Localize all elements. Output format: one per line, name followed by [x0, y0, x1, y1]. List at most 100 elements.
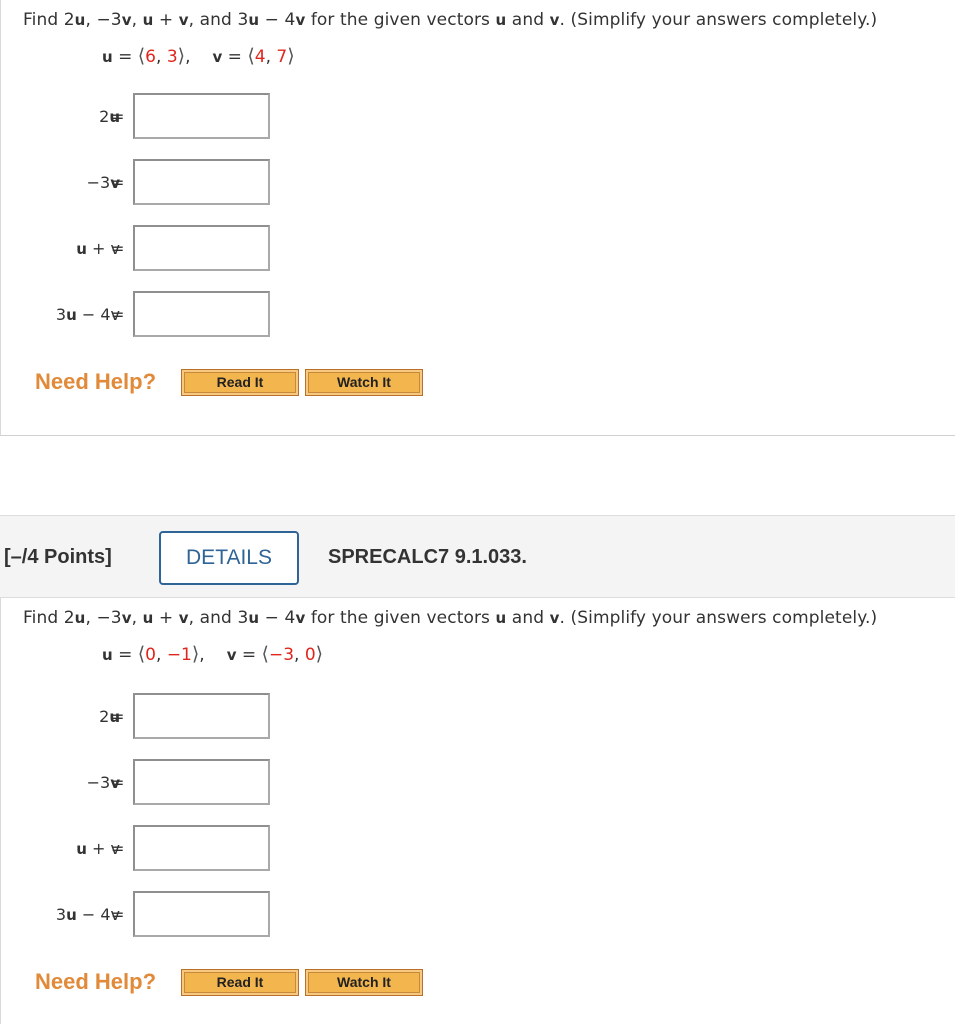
- vector-u-symbol: u: [248, 11, 260, 29]
- equals-sign: =: [111, 773, 125, 792]
- prompt-text: Find 2: [23, 608, 75, 628]
- comma: ,: [156, 645, 167, 665]
- question-1-prompt: Find 2u, −3v, u + v, and 3u − 4v for the…: [23, 10, 877, 30]
- comma: ,: [185, 47, 191, 67]
- u-component-2: 3: [166, 47, 178, 67]
- equals-sign: =: [118, 47, 133, 67]
- vector-u-name: u: [102, 646, 113, 664]
- given-vectors: u = ⟨6, 3⟩, v = ⟨4, 7⟩: [102, 45, 295, 67]
- prompt-text: . (Simplify your answers completely.): [559, 608, 878, 628]
- vector-v-symbol: v: [178, 11, 189, 29]
- prompt-text: for the given vectors: [305, 608, 496, 628]
- answer-input-u-plus-v[interactable]: [133, 825, 270, 871]
- answer-input-neg3v[interactable]: [133, 759, 270, 805]
- comma: ,: [294, 645, 305, 665]
- equals-sign: =: [111, 173, 125, 192]
- points-label: [–/4 Points]: [4, 546, 112, 568]
- equals-sign: =: [111, 239, 125, 258]
- v-component-2: 0: [304, 645, 316, 665]
- details-button[interactable]: DETAILS: [159, 531, 299, 585]
- prompt-text: for the given vectors: [305, 10, 496, 30]
- prompt-text: , and 3: [188, 10, 249, 30]
- answer-input-u-plus-v[interactable]: [133, 225, 270, 271]
- answer-input-2u[interactable]: [133, 93, 270, 139]
- vector-v-symbol: v: [549, 11, 560, 29]
- comma: ,: [199, 645, 205, 665]
- equals-sign: =: [241, 645, 257, 665]
- comma: ,: [156, 47, 167, 67]
- right-angle-bracket: ⟩: [315, 643, 324, 665]
- v-component-2: 7: [276, 47, 288, 67]
- need-help-label: Need Help?: [35, 369, 157, 394]
- question-2-body: Find 2u, −3v, u + v, and 3u − 4v for the…: [0, 598, 955, 1024]
- vector-u-symbol: u: [142, 11, 154, 29]
- answer-row-2u: 2u =: [1, 693, 281, 743]
- prompt-text: +: [153, 608, 179, 628]
- prompt-text: , −3: [85, 608, 122, 628]
- problem-id: SPRECALC7 9.1.033.: [328, 546, 527, 568]
- prompt-text: − 4: [259, 10, 296, 30]
- prompt-text: Find 2: [23, 10, 75, 30]
- question-2-header: [–/4 Points] DETAILS SPRECALC7 9.1.033.: [0, 515, 955, 598]
- vector-u-symbol: u: [495, 11, 507, 29]
- comma: ,: [265, 47, 277, 67]
- vector-u-symbol: u: [495, 609, 507, 627]
- answer-input-3u-minus-4v[interactable]: [133, 291, 270, 337]
- answer-row-u-plus-v: u + v =: [1, 225, 281, 275]
- vector-v-symbol: v: [121, 11, 132, 29]
- left-angle-bracket: ⟨: [247, 45, 255, 67]
- question-1-body: Find 2u, −3v, u + v, and 3u − 4v for the…: [0, 0, 955, 436]
- prompt-text: , −3: [85, 10, 122, 30]
- equals-sign: =: [227, 47, 242, 67]
- u-component-1: 0: [145, 645, 156, 665]
- answer-input-2u[interactable]: [133, 693, 270, 739]
- read-it-button[interactable]: Read It: [181, 969, 299, 996]
- vector-v-symbol: v: [549, 609, 560, 627]
- prompt-text: , and 3: [188, 608, 249, 628]
- v-component-1: −3: [268, 645, 295, 665]
- vector-u-name: u: [102, 48, 113, 66]
- answer-row-3u-minus-4v: 3u − 4v =: [1, 291, 281, 341]
- answer-row-u-plus-v: u + v =: [1, 825, 281, 875]
- vector-u-symbol: u: [142, 609, 154, 627]
- vector-u-symbol: u: [74, 11, 86, 29]
- need-help-label: Need Help?: [35, 969, 157, 994]
- vector-v-symbol: v: [295, 11, 306, 29]
- vector-u-symbol: u: [248, 609, 260, 627]
- watch-it-button[interactable]: Watch It: [305, 369, 423, 396]
- equals-sign: =: [111, 839, 125, 858]
- equals-sign: =: [111, 707, 125, 726]
- v-component-1: 4: [254, 47, 266, 67]
- answer-row-neg3v: −3v =: [1, 159, 281, 209]
- answer-row-neg3v: −3v =: [1, 759, 281, 809]
- prompt-text: . (Simplify your answers completely.): [559, 10, 878, 30]
- prompt-text: and: [506, 608, 550, 628]
- equals-sign: =: [111, 905, 125, 924]
- prompt-text: ,: [131, 608, 143, 628]
- answer-input-neg3v[interactable]: [133, 159, 270, 205]
- equals-sign: =: [111, 107, 125, 126]
- u-component-1: 6: [145, 47, 156, 67]
- answer-input-3u-minus-4v[interactable]: [133, 891, 270, 937]
- right-angle-bracket: ⟩: [287, 45, 295, 67]
- right-angle-bracket: ⟩: [177, 45, 186, 67]
- prompt-text: +: [153, 10, 179, 30]
- watch-it-button[interactable]: Watch It: [305, 969, 423, 996]
- answer-row-2u: 2u =: [1, 93, 281, 143]
- vector-v-symbol: v: [295, 609, 306, 627]
- vector-v-name: v: [226, 646, 237, 664]
- read-it-button[interactable]: Read It: [181, 369, 299, 396]
- question-2-prompt: Find 2u, −3v, u + v, and 3u − 4v for the…: [23, 608, 877, 628]
- u-component-2: −1: [166, 645, 192, 665]
- vector-v-symbol: v: [121, 609, 132, 627]
- prompt-text: and: [506, 10, 550, 30]
- left-angle-bracket: ⟨: [261, 643, 269, 665]
- vector-v-name: v: [212, 48, 223, 66]
- equals-sign: =: [118, 645, 133, 665]
- prompt-text: − 4: [259, 608, 296, 628]
- equals-sign: =: [111, 305, 125, 324]
- vector-v-symbol: v: [178, 609, 189, 627]
- answer-row-3u-minus-4v: 3u − 4v =: [1, 891, 281, 941]
- vector-u-symbol: u: [74, 609, 86, 627]
- given-vectors: u = ⟨0, −1⟩, v = ⟨−3, 0⟩: [102, 643, 323, 665]
